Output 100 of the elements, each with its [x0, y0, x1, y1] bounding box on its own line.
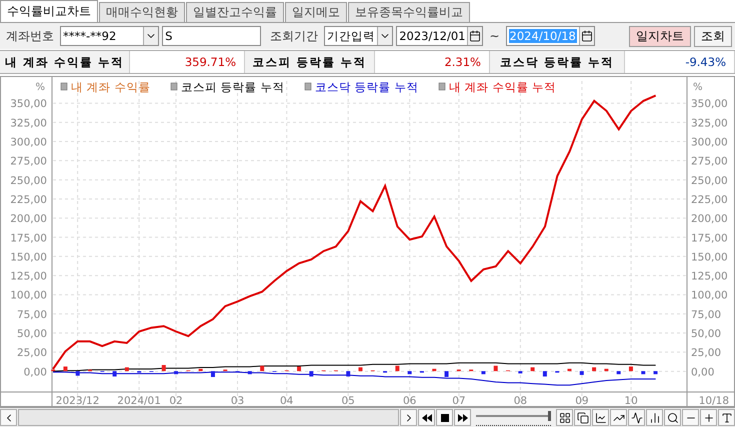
x-tick-label: 2023/12 — [56, 395, 100, 406]
y-tick-label: 325,00 — [10, 117, 47, 130]
y-tick-label: 200,00 — [10, 213, 47, 226]
summary-label: 코스닥 등락률 누적 — [490, 51, 625, 73]
name-field[interactable]: S — [162, 26, 262, 46]
legend-marker — [170, 82, 178, 90]
journal-chart-button[interactable]: 일지차트 — [628, 26, 691, 46]
tab[interactable]: 일지메모 — [285, 2, 347, 22]
period-label: 조회기간 — [269, 28, 320, 44]
rewind-button[interactable] — [418, 409, 435, 426]
summary-label: 코스피 등락률 누적 — [245, 51, 375, 73]
bar-chart-icon — [648, 412, 660, 424]
summary-value: -9.43% — [625, 51, 735, 73]
x-tick-label: 2024/01 — [117, 395, 161, 406]
search-icon — [666, 412, 678, 424]
rewind-icon — [422, 414, 432, 422]
legend-label: 내 계좌 수익률 — [71, 80, 150, 94]
x-tick-label: 06 — [403, 395, 416, 406]
y-tick-label: 150,00 — [10, 251, 47, 264]
x-tick-label: 03 — [230, 395, 244, 406]
axis-unit: % — [35, 82, 45, 93]
y-tick-label: 225,00 — [691, 194, 728, 206]
y-tick-label: 350,00 — [10, 98, 47, 110]
legend-marker — [304, 82, 312, 90]
pulse-button[interactable] — [628, 409, 645, 426]
range-separator: ~ — [488, 29, 501, 43]
search-button[interactable] — [664, 409, 681, 426]
copy-button[interactable] — [574, 409, 591, 426]
y-tick-label: 250,00 — [691, 174, 728, 187]
x-tick-label: 08 — [514, 395, 528, 406]
y-tick-label: 275,00 — [691, 156, 728, 168]
y-tick-label: 125,00 — [10, 270, 47, 283]
plus-button[interactable] — [700, 409, 717, 426]
y-tick-label: 100,00 — [10, 290, 47, 302]
x-tick-label: 10 — [624, 395, 638, 406]
grid-button[interactable] — [556, 409, 573, 426]
scroll-left-button[interactable] — [0, 409, 17, 426]
calendar-icon — [469, 30, 482, 42]
pulse-icon — [630, 412, 642, 424]
y-tick-label: 75,00 — [691, 308, 722, 321]
y-tick-label: 175,00 — [10, 232, 47, 244]
stop-button[interactable] — [436, 409, 453, 426]
tab[interactable]: 매매수익현황 — [99, 2, 185, 22]
tab[interactable]: 보유종목수익률비교 — [348, 2, 470, 22]
x-tick-label: 07 — [452, 395, 466, 406]
tab[interactable]: 일별잔고수익률 — [186, 2, 284, 22]
legend-marker — [438, 82, 446, 90]
font-button[interactable] — [718, 409, 735, 426]
slider-thumb[interactable] — [548, 410, 551, 420]
x-tick-label: 02 — [169, 395, 183, 406]
legend-label: 코스닥 등락률 누적 — [315, 80, 418, 94]
x-tick-label: 09 — [575, 395, 589, 406]
legend-marker — [60, 82, 68, 90]
legend-label: 코스피 등락률 누적 — [181, 80, 284, 94]
y-tick-label: 300,00 — [691, 136, 728, 149]
font-icon — [720, 412, 732, 424]
fast-forward-icon — [458, 414, 468, 422]
summary-label: 내 계좌 수익률 누적 — [0, 51, 130, 73]
y-tick-label: 0,00 — [691, 366, 714, 378]
trend-button[interactable] — [610, 409, 627, 426]
y-tick-label: 300,00 — [10, 136, 47, 149]
search-button[interactable]: 조회 — [694, 26, 732, 46]
y-tick-label: 75,00 — [16, 308, 47, 321]
account-label: 계좌번호 — [5, 28, 55, 44]
period-select[interactable]: 기간입력 — [324, 26, 394, 46]
fast-forward-button[interactable] — [454, 409, 471, 426]
x-end-label: 10/18 — [698, 395, 729, 406]
y-tick-label: 175,00 — [691, 232, 728, 244]
grid-icon — [558, 412, 570, 424]
calendar-icon — [580, 30, 593, 42]
line-chart-button[interactable] — [592, 409, 609, 426]
y-tick-label: 0,00 — [24, 366, 47, 378]
y-tick-label: 25,00 — [16, 347, 47, 360]
y-tick-label: 50,00 — [16, 328, 47, 340]
y-tick-label: 150,00 — [691, 251, 728, 264]
x-tick-label: 05 — [342, 395, 355, 406]
x-tick-label: 04 — [280, 395, 294, 406]
y-tick-label: 50,00 — [691, 328, 722, 340]
plus-icon — [702, 412, 714, 424]
y-tick-label: 200,00 — [691, 213, 728, 226]
bar-chart-button[interactable] — [646, 409, 663, 426]
line-chart-icon — [594, 412, 606, 424]
scroll-right-button[interactable] — [400, 409, 417, 426]
tab[interactable]: 수익률비교차트 — [0, 0, 98, 22]
axis-unit: % — [693, 82, 703, 93]
copy-icon — [576, 412, 588, 424]
minus-button[interactable] — [682, 409, 699, 426]
y-tick-label: 25,00 — [691, 347, 722, 360]
stop-icon — [440, 414, 448, 422]
y-tick-label: 125,00 — [691, 270, 728, 283]
y-tick-label: 275,00 — [10, 156, 47, 168]
y-tick-label: 100,00 — [691, 290, 728, 302]
y-tick-label: 225,00 — [10, 194, 47, 206]
y-tick-label: 250,00 — [10, 174, 47, 187]
legend-label: 내 계좌 수익률 누적 — [449, 80, 556, 94]
date-field[interactable]: 2023/12/01 — [396, 26, 484, 46]
y-tick-label: 325,00 — [691, 117, 728, 130]
y-tick-label: 350,00 — [691, 98, 728, 110]
account-select[interactable]: ****-**92 — [60, 26, 160, 46]
zoom-slider[interactable] — [476, 410, 551, 426]
